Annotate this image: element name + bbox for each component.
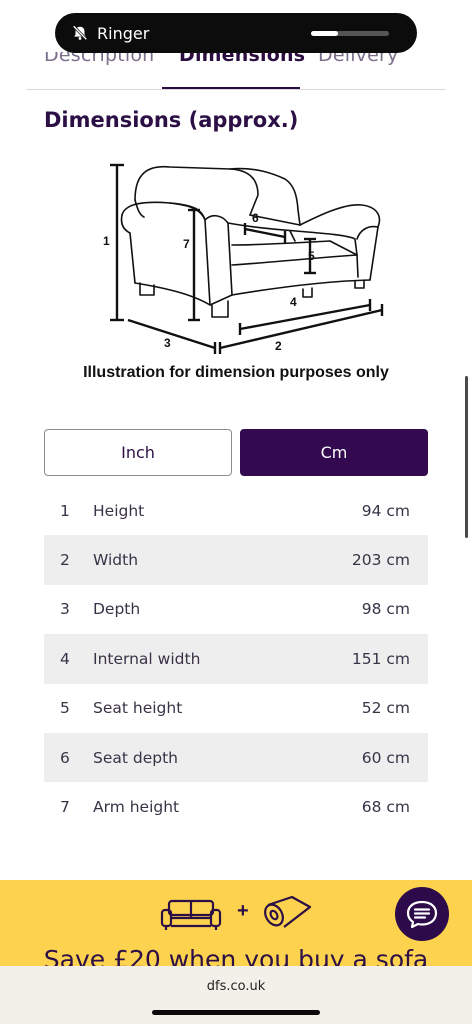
dimension-name: Depth [93,600,141,619]
section-title: Dimensions (approx.) [44,108,299,132]
table-row: 2 Width 203 cm [44,535,428,585]
ringer-label: Ringer [97,23,150,43]
marker-2: 2 [275,339,282,353]
ringer-notification: Ringer [55,13,417,53]
dimension-name: Height [93,501,145,520]
tab-dimensions[interactable]: Dimensions [179,52,305,66]
page-scrollbar[interactable] [465,376,468,538]
inch-toggle-button[interactable]: Inch [44,429,232,476]
browser-address-bar[interactable]: dfs.co.uk [0,966,472,1024]
marker-4: 4 [290,295,297,309]
cm-toggle-button[interactable]: Cm [240,429,428,476]
dimension-name: Arm height [93,798,180,817]
table-row: 5 Seat height 52 cm [44,684,428,733]
table-row: 4 Internal width 151 cm [44,634,428,684]
plus-icon: + [237,900,249,922]
home-indicator[interactable] [152,1010,320,1015]
table-row: 6 Seat depth 60 cm [44,732,428,783]
chat-button[interactable] [395,887,449,941]
product-tabs: Description Dimensions Delivery [26,52,446,90]
row-number: 1 [60,501,70,520]
dimension-value: 68 cm [361,798,410,817]
table-row: 3 Depth 98 cm [44,585,428,634]
rug-icon [264,895,312,928]
dimensions-table: 1 Height 94 cm 2 Width 203 cm 3 Depth 98… [44,486,428,832]
dimension-value: 151 cm [351,649,410,668]
dimension-name: Internal width [93,649,201,668]
dimension-name: Seat depth [93,748,178,767]
row-number: 6 [60,748,70,767]
dimension-value: 52 cm [361,699,410,718]
row-number: 5 [60,699,70,718]
row-number: 4 [60,649,70,668]
tab-delivery[interactable]: Delivery [318,52,398,66]
dimension-name: Seat height [93,699,183,718]
tab-description[interactable]: Description [44,52,154,66]
row-number: 3 [60,600,70,619]
marker-5: 5 [308,249,315,263]
dimension-name: Width [93,551,139,570]
marker-1: 1 [103,234,110,248]
active-tab-indicator [162,87,300,89]
sofa-icon [160,899,222,930]
marker-3: 3 [164,336,171,350]
volume-level [311,31,338,36]
dimension-value: 94 cm [361,501,410,520]
marker-6: 6 [252,211,259,225]
url-text[interactable]: dfs.co.uk [0,979,472,994]
dimension-value: 60 cm [361,748,410,767]
row-number: 2 [60,551,70,570]
dimension-value: 203 cm [351,551,410,570]
volume-slider [311,31,389,36]
illustration-caption: Illustration for dimension purposes only [83,364,389,381]
sofa-dimension-illustration: 1 2 3 4 5 6 7 [103,163,384,354]
marker-7: 7 [183,237,190,251]
bell-muted-icon [72,25,88,41]
table-row: 1 Height 94 cm [44,486,428,535]
table-row: 7 Arm height 68 cm [44,782,428,831]
chat-bubble-icon [406,900,438,929]
dimension-value: 98 cm [361,600,410,619]
row-number: 7 [60,798,70,817]
